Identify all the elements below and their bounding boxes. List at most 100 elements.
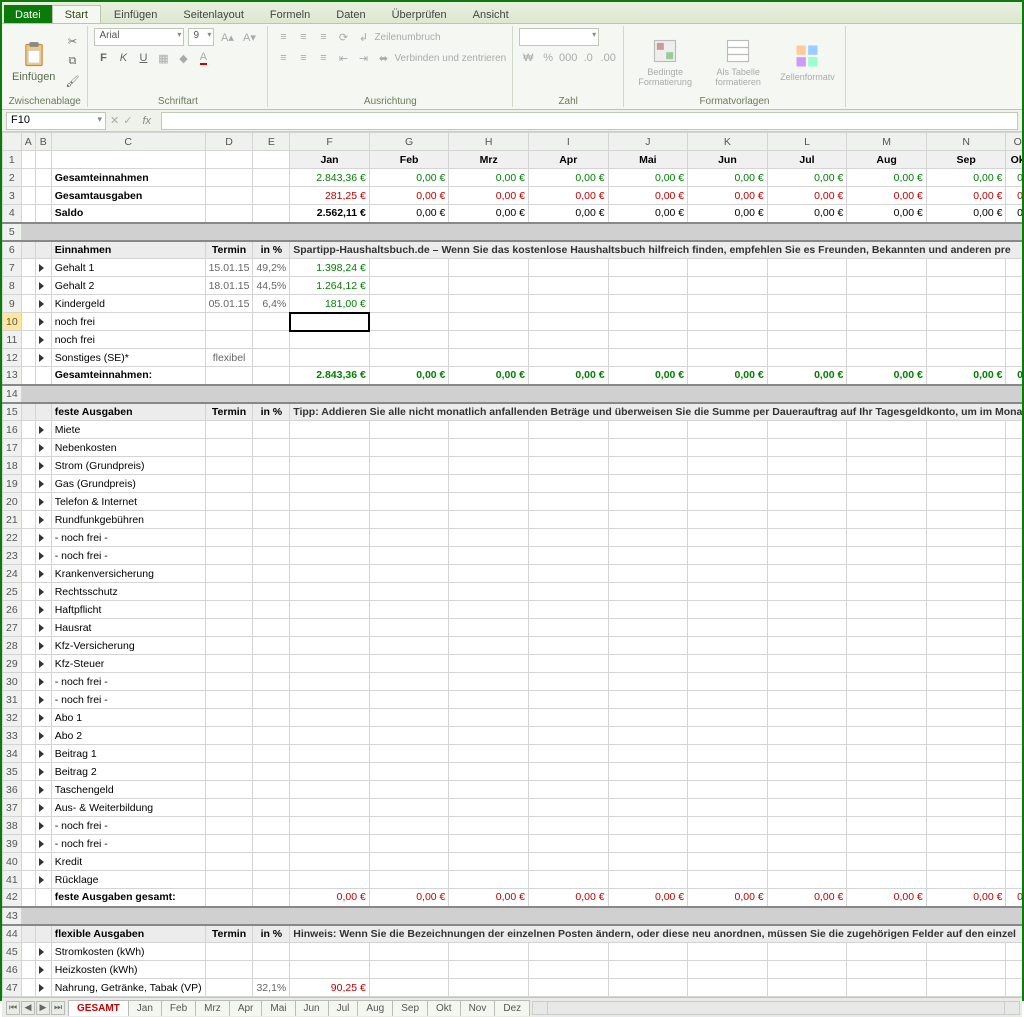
col-header-C[interactable]: C (51, 133, 205, 151)
row-header-39[interactable]: 39 (3, 835, 22, 853)
underline-button[interactable]: U (134, 49, 152, 67)
row-header-43[interactable]: 43 (3, 907, 22, 925)
sheet-tab-apr[interactable]: Apr (229, 1000, 263, 1016)
tab-insert[interactable]: Einfügen (101, 5, 170, 23)
row-header-8[interactable]: 8 (3, 277, 22, 295)
horizontal-scrollbar[interactable] (532, 1001, 1020, 1015)
tab-file[interactable]: Datei (4, 5, 52, 23)
indent-dec-button[interactable]: ⇤ (334, 49, 352, 67)
tab-nav-next[interactable]: ▶ (36, 1001, 50, 1015)
row-header-24[interactable]: 24 (3, 565, 22, 583)
sheet-tab-mrz[interactable]: Mrz (195, 1000, 230, 1016)
row-header-28[interactable]: 28 (3, 637, 22, 655)
fx-icon[interactable]: fx (136, 115, 157, 127)
row-header-38[interactable]: 38 (3, 817, 22, 835)
align-top-button[interactable]: ≡ (274, 28, 292, 46)
fill-color-button[interactable]: ◆ (174, 49, 192, 67)
col-header-J[interactable]: J (608, 133, 688, 151)
row-header-19[interactable]: 19 (3, 475, 22, 493)
col-header-N[interactable]: N (926, 133, 1006, 151)
row-header-36[interactable]: 36 (3, 781, 22, 799)
row-header-1[interactable]: 1 (3, 151, 22, 169)
sheet-tab-jun[interactable]: Jun (295, 1000, 329, 1016)
col-header-B[interactable]: B (35, 133, 51, 151)
row-header-15[interactable]: 15 (3, 403, 22, 421)
tab-nav-prev[interactable]: ◀ (21, 1001, 35, 1015)
sheet-tab-feb[interactable]: Feb (161, 1000, 196, 1016)
col-header-I[interactable]: I (528, 133, 608, 151)
font-name-combo[interactable]: Arial (94, 28, 184, 46)
wrap-label[interactable]: Zeilenumbruch (374, 32, 440, 43)
row-header-25[interactable]: 25 (3, 583, 22, 601)
border-button[interactable]: ▦ (154, 49, 172, 67)
sheet-tab-mai[interactable]: Mai (261, 1000, 295, 1016)
row-header-34[interactable]: 34 (3, 745, 22, 763)
row-header-47[interactable]: 47 (3, 979, 22, 997)
name-box[interactable]: F10 (6, 112, 106, 130)
orientation-button[interactable]: ⟳ (334, 28, 352, 46)
row-header-27[interactable]: 27 (3, 619, 22, 637)
sheet-tab-jul[interactable]: Jul (328, 1000, 359, 1016)
row-header-9[interactable]: 9 (3, 295, 22, 313)
grow-font-button[interactable]: A▴ (218, 28, 236, 46)
row-header-33[interactable]: 33 (3, 727, 22, 745)
row-header-29[interactable]: 29 (3, 655, 22, 673)
align-mid-button[interactable]: ≡ (294, 28, 312, 46)
align-center-button[interactable]: ≡ (294, 49, 312, 67)
col-header-D[interactable]: D (205, 133, 253, 151)
select-all-cell[interactable] (3, 133, 22, 151)
comma-button[interactable]: 000 (559, 49, 577, 67)
row-header-4[interactable]: 4 (3, 205, 22, 223)
row-header-12[interactable]: 12 (3, 349, 22, 367)
col-header-E[interactable]: E (253, 133, 290, 151)
row-header-21[interactable]: 21 (3, 511, 22, 529)
cut-button[interactable]: ✂ (63, 33, 81, 51)
sheet-tab-nov[interactable]: Nov (460, 1000, 496, 1016)
col-header-G[interactable]: G (369, 133, 449, 151)
row-header-35[interactable]: 35 (3, 763, 22, 781)
col-header-H[interactable]: H (449, 133, 529, 151)
italic-button[interactable]: K (114, 49, 132, 67)
formula-bar[interactable] (161, 112, 1018, 130)
row-header-26[interactable]: 26 (3, 601, 22, 619)
tab-formulas[interactable]: Formeln (257, 5, 323, 23)
row-header-32[interactable]: 32 (3, 709, 22, 727)
sheet-tab-jan[interactable]: Jan (128, 1000, 162, 1016)
cond-format-button[interactable]: Bedingte Formatierung (630, 35, 700, 89)
copy-button[interactable]: ⧉ (63, 53, 81, 71)
row-header-22[interactable]: 22 (3, 529, 22, 547)
col-header-L[interactable]: L (767, 133, 847, 151)
row-header-13[interactable]: 13 (3, 367, 22, 385)
row-header-6[interactable]: 6 (3, 241, 22, 259)
tab-layout[interactable]: Seitenlayout (170, 5, 257, 23)
row-header-23[interactable]: 23 (3, 547, 22, 565)
sheet-tab-okt[interactable]: Okt (427, 1000, 461, 1016)
paste-button[interactable]: Einfügen (8, 39, 59, 85)
row-header-7[interactable]: 7 (3, 259, 22, 277)
sheet-tab-aug[interactable]: Aug (357, 1000, 393, 1016)
sheet-tab-dez[interactable]: Dez (494, 1000, 530, 1016)
tab-nav-last[interactable]: ⏭ (51, 1001, 65, 1015)
row-header-37[interactable]: 37 (3, 799, 22, 817)
row-header-41[interactable]: 41 (3, 871, 22, 889)
row-header-17[interactable]: 17 (3, 439, 22, 457)
bold-button[interactable]: F (94, 49, 112, 67)
row-header-2[interactable]: 2 (3, 169, 22, 187)
row-header-45[interactable]: 45 (3, 943, 22, 961)
row-header-31[interactable]: 31 (3, 691, 22, 709)
format-painter-button[interactable]: 🖌 (63, 73, 81, 91)
tab-view[interactable]: Ansicht (460, 5, 522, 23)
inc-decimal-button[interactable]: .0 (579, 49, 597, 67)
format-table-button[interactable]: Als Tabelle formatieren (704, 35, 772, 89)
col-header-K[interactable]: K (688, 133, 768, 151)
shrink-font-button[interactable]: A▾ (240, 28, 258, 46)
align-right-button[interactable]: ≡ (314, 49, 332, 67)
col-header-A[interactable]: A (21, 133, 35, 151)
row-header-40[interactable]: 40 (3, 853, 22, 871)
align-bot-button[interactable]: ≡ (314, 28, 332, 46)
tab-nav-first[interactable]: ⏮ (6, 1001, 20, 1015)
merge-label[interactable]: Verbinden und zentrieren (394, 53, 506, 64)
col-header-M[interactable]: M (847, 133, 927, 151)
accept-formula-icon[interactable]: ✓ (123, 114, 132, 127)
sheet-tab-gesamt[interactable]: GESAMT (68, 1000, 129, 1016)
